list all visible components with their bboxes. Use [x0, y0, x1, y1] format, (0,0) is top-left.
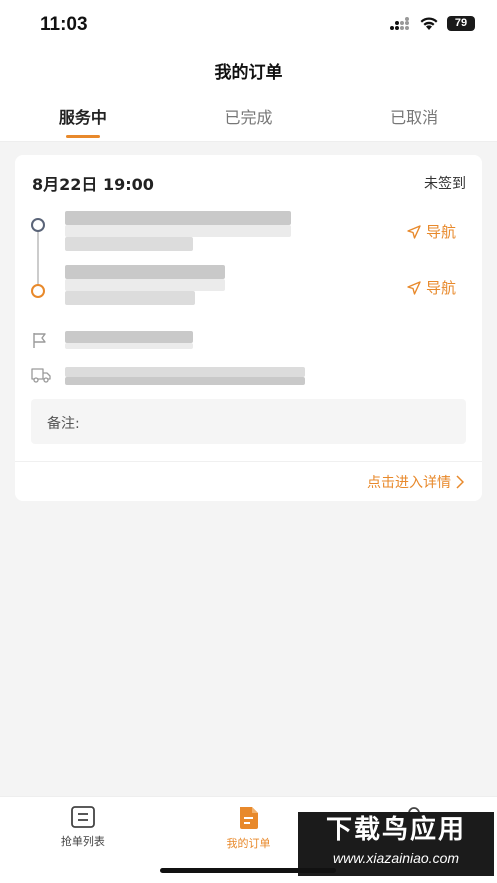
navigation-arrow-icon	[407, 280, 421, 295]
wifi-icon	[420, 17, 438, 30]
order-card[interactable]: 8月22日 19:00 未签到 导航 导航 备注: 点击进入详情	[15, 155, 482, 501]
navigation-arrow-icon	[407, 224, 421, 239]
dropoff-point-icon	[31, 284, 45, 298]
tab-completed[interactable]: 已完成	[166, 96, 332, 141]
order-doc-icon	[239, 807, 258, 829]
battery-indicator: 79	[447, 16, 475, 31]
status-bar: 11:03 79	[0, 0, 497, 50]
watermark: 下载鸟应用 www.xiazainiao.com	[298, 812, 494, 876]
truck-icon	[31, 368, 51, 383]
navigation-bar: 我的订单	[0, 50, 497, 96]
pickup-navigate-button[interactable]: 导航	[407, 221, 456, 242]
route-connector-line	[37, 231, 39, 289]
order-datetime: 8月22日 19:00	[32, 175, 154, 194]
flag-icon	[33, 333, 46, 348]
order-status-tabs: 服务中 已完成 已取消	[0, 96, 497, 142]
view-details-label: 点击进入详情	[367, 475, 451, 491]
status-time: 11:03	[40, 14, 88, 35]
tab-in-service[interactable]: 服务中	[0, 96, 166, 141]
navigate-label: 导航	[425, 223, 456, 241]
pickup-point-icon	[31, 218, 45, 232]
card-divider	[15, 461, 482, 462]
page-title: 我的订单	[214, 63, 283, 83]
list-icon	[70, 806, 95, 828]
watermark-title: 下载鸟应用	[325, 815, 466, 845]
tab-bar-item-order-list[interactable]: 抢单列表	[0, 797, 166, 883]
tab-bar-label: 我的订单	[226, 837, 271, 850]
remark-box: 备注:	[31, 399, 466, 444]
view-details-link[interactable]: 点击进入详情	[367, 472, 464, 492]
chevron-right-icon	[456, 475, 464, 489]
tab-bar-label: 抢单列表	[60, 835, 105, 848]
home-indicator	[160, 868, 336, 873]
remark-label: 备注:	[47, 416, 80, 432]
watermark-url: www.xiazainiao.com	[332, 850, 460, 866]
tab-cancelled[interactable]: 已取消	[331, 96, 497, 141]
cellular-signal-icon	[390, 16, 409, 30]
status-indicators: 79	[389, 16, 475, 31]
dropoff-navigate-button[interactable]: 导航	[407, 277, 456, 298]
order-status-badge: 未签到	[424, 176, 466, 192]
navigate-label: 导航	[425, 279, 456, 297]
